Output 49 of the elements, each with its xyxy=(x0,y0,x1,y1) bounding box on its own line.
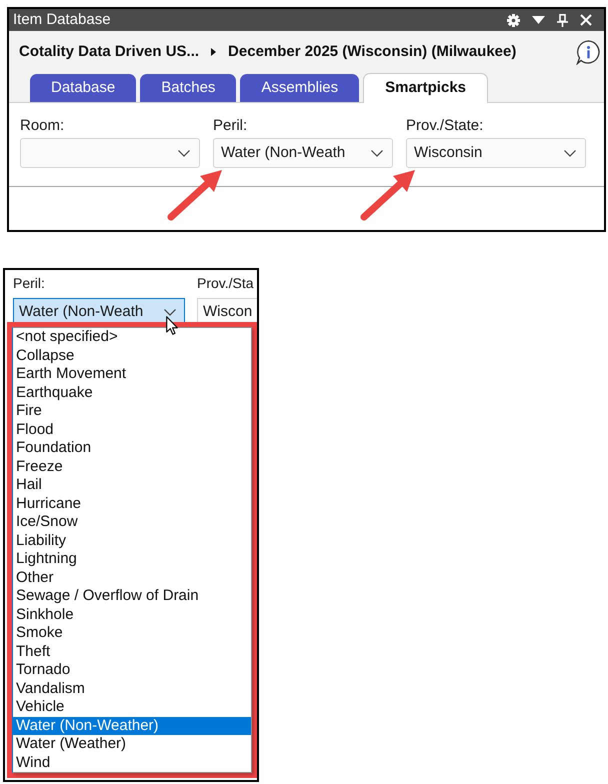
dropdown-field[interactable] xyxy=(20,138,200,168)
dropdown-option[interactable]: Ice/Snow xyxy=(13,513,251,532)
caret-right-icon xyxy=(211,48,216,56)
dropdown-option[interactable]: Vandalism xyxy=(13,680,251,698)
dropdown-option[interactable]: Fire xyxy=(13,402,251,420)
breadcrumb-item[interactable]: Cotality Data Driven US... xyxy=(19,40,200,64)
dropdown-option[interactable]: Water (Weather) xyxy=(13,735,251,754)
tab[interactable]: Assemblies xyxy=(240,74,360,102)
breadcrumb-item[interactable]: December 2025 (Wisconsin) (Milwaukee) xyxy=(228,40,516,64)
dropdown-option[interactable]: Tornado xyxy=(13,661,251,680)
field-label: Prov./Sta xyxy=(197,274,255,292)
dropdown-option[interactable]: Foundation xyxy=(13,439,251,458)
close-icon[interactable] xyxy=(580,14,592,26)
chevron-down-icon xyxy=(178,150,190,156)
dropdown-field[interactable]: Wisconsin xyxy=(406,138,586,168)
dropdown-option[interactable]: Other xyxy=(13,568,251,587)
chevron-down-icon xyxy=(164,308,176,316)
pin-icon[interactable] xyxy=(557,14,568,26)
settings-icon[interactable] xyxy=(507,14,520,26)
dropdown-option[interactable]: <not specified> xyxy=(13,328,251,346)
dropdown-option[interactable]: Water (Non-Weather) xyxy=(13,716,251,735)
dropdown-option[interactable]: Collapse xyxy=(13,346,251,365)
info-icon[interactable] xyxy=(576,40,601,64)
chevron-down-icon xyxy=(371,150,383,156)
dropdown-option[interactable]: Earthquake xyxy=(13,384,251,402)
field-label: Prov./State: xyxy=(406,117,484,135)
dropdown-option[interactable]: Smoke xyxy=(13,624,251,642)
tab[interactable]: Batches xyxy=(140,74,236,102)
dropdown-option[interactable]: Liability xyxy=(13,532,251,550)
dropdown-option[interactable]: Wind xyxy=(13,754,251,772)
dropdown-option[interactable]: Freeze xyxy=(13,458,251,476)
dropdown-option[interactable]: Sewage / Overflow of Drain xyxy=(13,587,251,606)
dropdown-option[interactable]: Lightning xyxy=(13,550,251,568)
window-title: Item Database xyxy=(13,10,111,30)
dropdown-option[interactable]: Flood xyxy=(13,420,251,439)
dropdown-option[interactable]: Hurricane xyxy=(13,494,251,513)
tab[interactable]: Database xyxy=(30,74,136,102)
dropdown-option[interactable]: Vehicle xyxy=(13,698,251,716)
dropdown-option[interactable]: Theft xyxy=(13,642,251,661)
dropdown-option[interactable]: Earth Movement xyxy=(13,365,251,384)
caret-down-icon[interactable] xyxy=(532,16,545,24)
tab[interactable]: Smartpicks xyxy=(363,73,488,103)
dropdown-field[interactable]: Water (Non-Weath xyxy=(213,138,393,168)
field-label: Peril: xyxy=(213,117,248,135)
field-label: Room: xyxy=(20,117,66,135)
dropdown-option[interactable]: Sinkhole xyxy=(13,606,251,624)
field-label: Peril: xyxy=(13,274,46,292)
dropdown-option[interactable]: Hail xyxy=(13,476,251,494)
chevron-down-icon xyxy=(564,150,576,156)
